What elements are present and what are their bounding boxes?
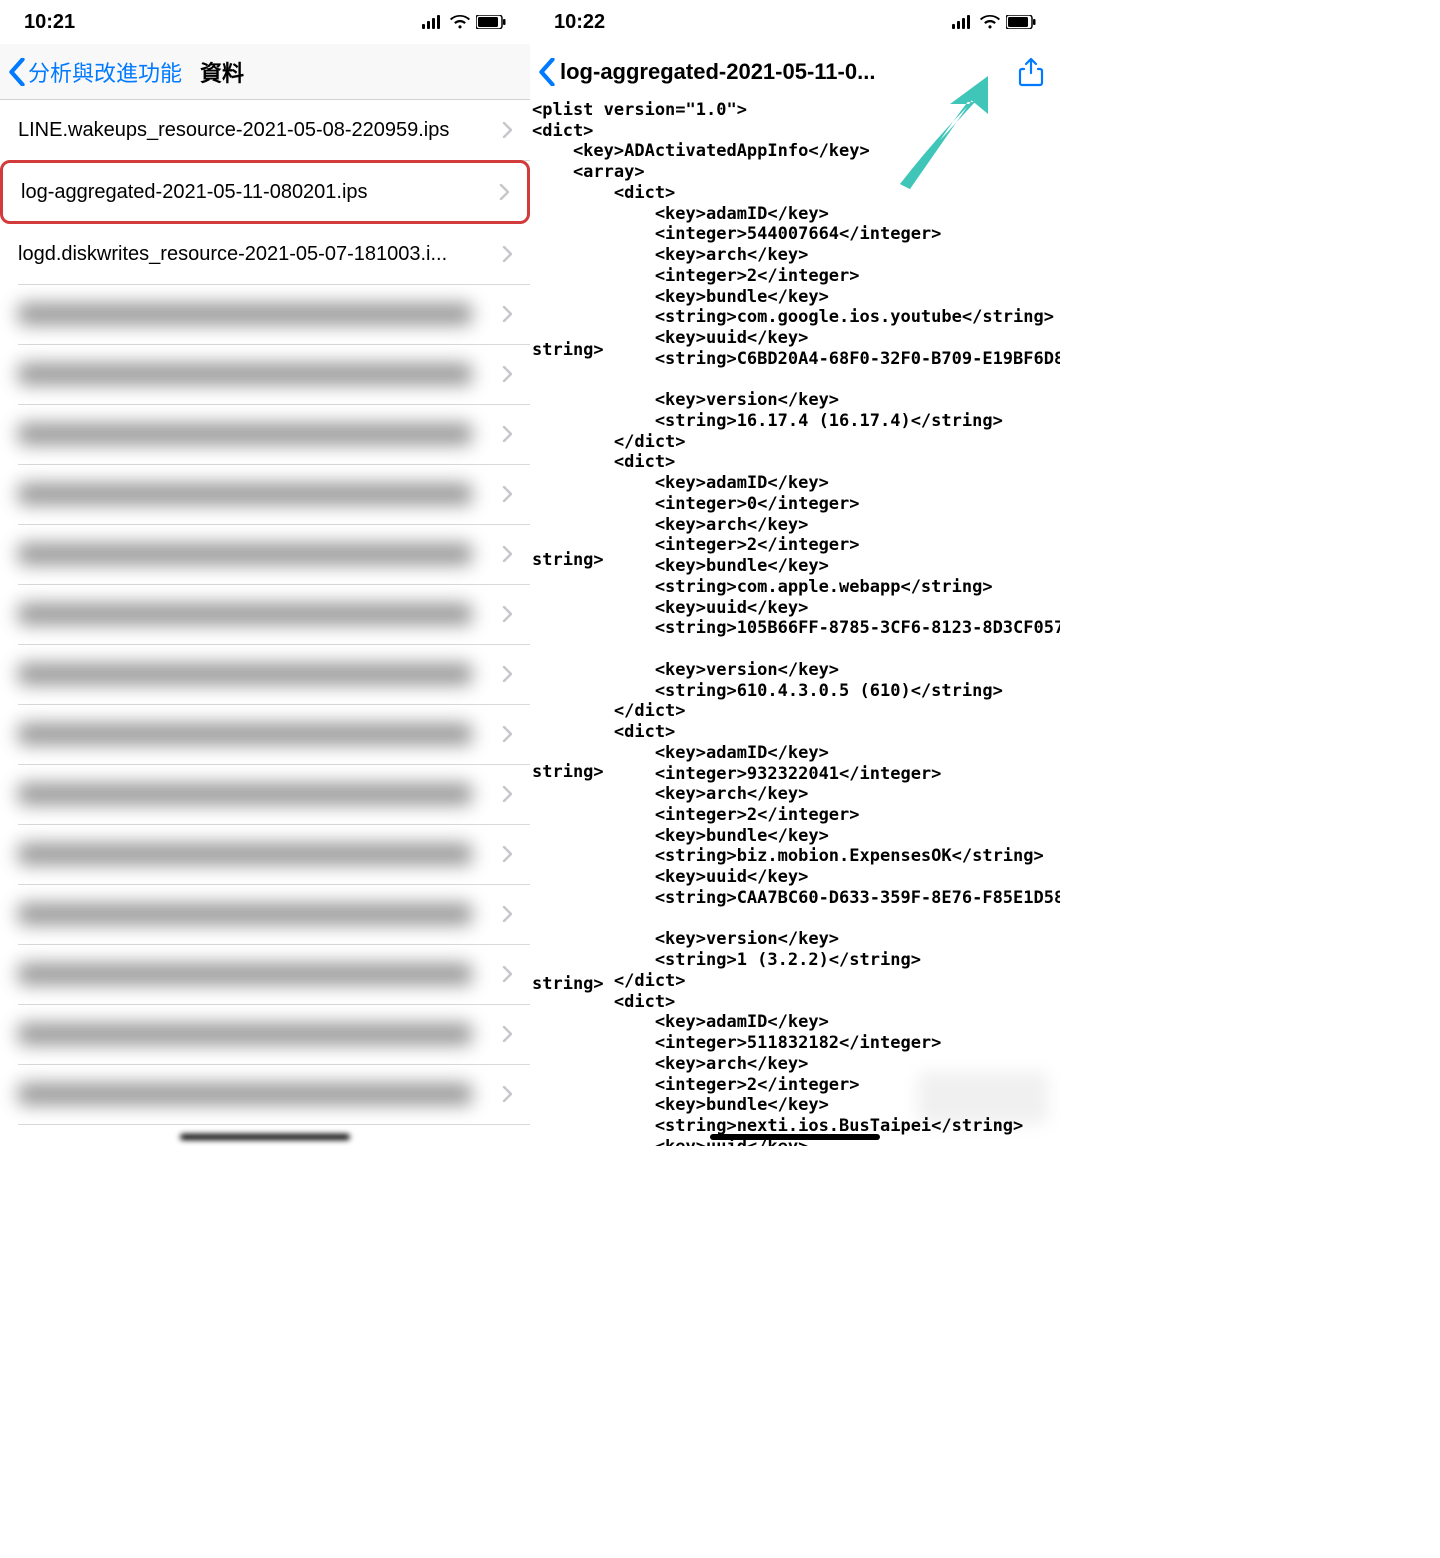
row-label: LINE.wakeups_resource-2021-05-08-220959.…	[18, 119, 502, 142]
status-time: 10:21	[24, 11, 75, 34]
home-indicator	[180, 1134, 350, 1140]
redacted-label	[18, 1083, 472, 1105]
chevron-right-icon	[502, 1026, 512, 1042]
redacted-label	[18, 363, 472, 385]
log-file-row[interactable]: LINE.wakeups_resource-2021-05-08-220959.…	[0, 100, 530, 160]
log-file-row-redacted[interactable]	[0, 404, 530, 464]
log-file-row-redacted[interactable]	[0, 824, 530, 884]
log-file-row[interactable]: log-aggregated-2021-05-11-080201.ips	[0, 160, 530, 224]
log-file-row-redacted[interactable]	[0, 284, 530, 344]
chevron-right-icon	[502, 122, 512, 138]
chevron-right-icon	[502, 426, 512, 442]
redacted-label	[18, 1023, 472, 1045]
chevron-right-icon	[502, 846, 512, 862]
log-file-row-redacted[interactable]	[0, 1004, 530, 1064]
redacted-label	[18, 423, 472, 445]
row-label: logd.diskwrites_resource-2021-05-07-1810…	[18, 243, 502, 266]
chevron-right-icon	[502, 906, 512, 922]
status-time: 10:22	[554, 11, 605, 34]
redacted-label	[18, 303, 472, 325]
redaction-smudge	[918, 1072, 1048, 1124]
chevron-right-icon	[502, 1086, 512, 1102]
status-indicators	[422, 15, 506, 29]
wrapped-string-fragment: string>	[532, 340, 604, 360]
cellular-icon	[422, 15, 444, 29]
log-file-row-redacted[interactable]	[0, 524, 530, 584]
nav-bar: 分析與改進功能 資料	[0, 44, 530, 100]
home-indicator	[710, 1134, 880, 1140]
log-file-row-redacted[interactable]	[0, 584, 530, 644]
wrapped-string-fragment: string>	[532, 974, 604, 994]
row-label: log-aggregated-2021-05-11-080201.ips	[21, 181, 499, 204]
chevron-left-icon	[538, 58, 556, 86]
wrapped-string-fragment: string>	[532, 550, 604, 570]
log-detail-screen: 10:22 log-aggregated-2021-05-11-0... <pl…	[530, 0, 1060, 1146]
log-file-row-redacted[interactable]	[0, 764, 530, 824]
log-file-row-redacted[interactable]	[0, 884, 530, 944]
status-bar: 10:22	[530, 0, 1060, 44]
log-file-row-redacted[interactable]	[0, 464, 530, 524]
battery-icon	[476, 15, 506, 29]
page-title: 資料	[200, 56, 244, 88]
cellular-icon	[952, 15, 974, 29]
share-icon[interactable]	[1016, 57, 1046, 87]
redacted-label	[18, 783, 472, 805]
settings-list-screen: 10:21 分析與改進功能 資料 LINE.wakeups_resource-2…	[0, 0, 530, 1146]
redacted-label	[18, 483, 472, 505]
chevron-right-icon	[502, 486, 512, 502]
back-button[interactable]: 分析與改進功能	[8, 56, 182, 88]
chevron-right-icon	[502, 306, 512, 322]
chevron-right-icon	[499, 184, 509, 200]
chevron-right-icon	[502, 366, 512, 382]
chevron-right-icon	[502, 966, 512, 982]
redacted-label	[18, 663, 472, 685]
chevron-right-icon	[502, 606, 512, 622]
back-label: 分析與改進功能	[28, 56, 182, 88]
wifi-icon	[450, 15, 470, 29]
redacted-label	[18, 723, 472, 745]
redacted-label	[18, 843, 472, 865]
status-indicators	[952, 15, 1036, 29]
chevron-right-icon	[502, 726, 512, 742]
redacted-label	[18, 963, 472, 985]
redacted-label	[18, 903, 472, 925]
chevron-right-icon	[502, 786, 512, 802]
redacted-label	[18, 603, 472, 625]
log-file-row-redacted[interactable]	[0, 644, 530, 704]
log-file-list: LINE.wakeups_resource-2021-05-08-220959.…	[0, 100, 530, 1124]
page-title: log-aggregated-2021-05-11-0...	[560, 59, 1016, 85]
wifi-icon	[980, 15, 1000, 29]
chevron-right-icon	[502, 666, 512, 682]
battery-icon	[1006, 15, 1036, 29]
status-bar: 10:21	[0, 0, 530, 44]
log-file-row-redacted[interactable]	[0, 344, 530, 404]
chevron-right-icon	[502, 546, 512, 562]
log-content[interactable]: <plist version="1.0"> <dict> <key>ADActi…	[530, 100, 1060, 1146]
chevron-left-icon	[8, 58, 26, 86]
log-file-row[interactable]: logd.diskwrites_resource-2021-05-07-1810…	[0, 224, 530, 284]
back-button[interactable]	[538, 58, 556, 86]
nav-bar: log-aggregated-2021-05-11-0...	[530, 44, 1060, 100]
chevron-right-icon	[502, 246, 512, 262]
redacted-label	[18, 543, 472, 565]
log-file-row-redacted[interactable]	[0, 944, 530, 1004]
log-file-row-redacted[interactable]	[0, 704, 530, 764]
wrapped-string-fragment: string>	[532, 762, 604, 782]
log-file-row-redacted[interactable]	[0, 1064, 530, 1124]
